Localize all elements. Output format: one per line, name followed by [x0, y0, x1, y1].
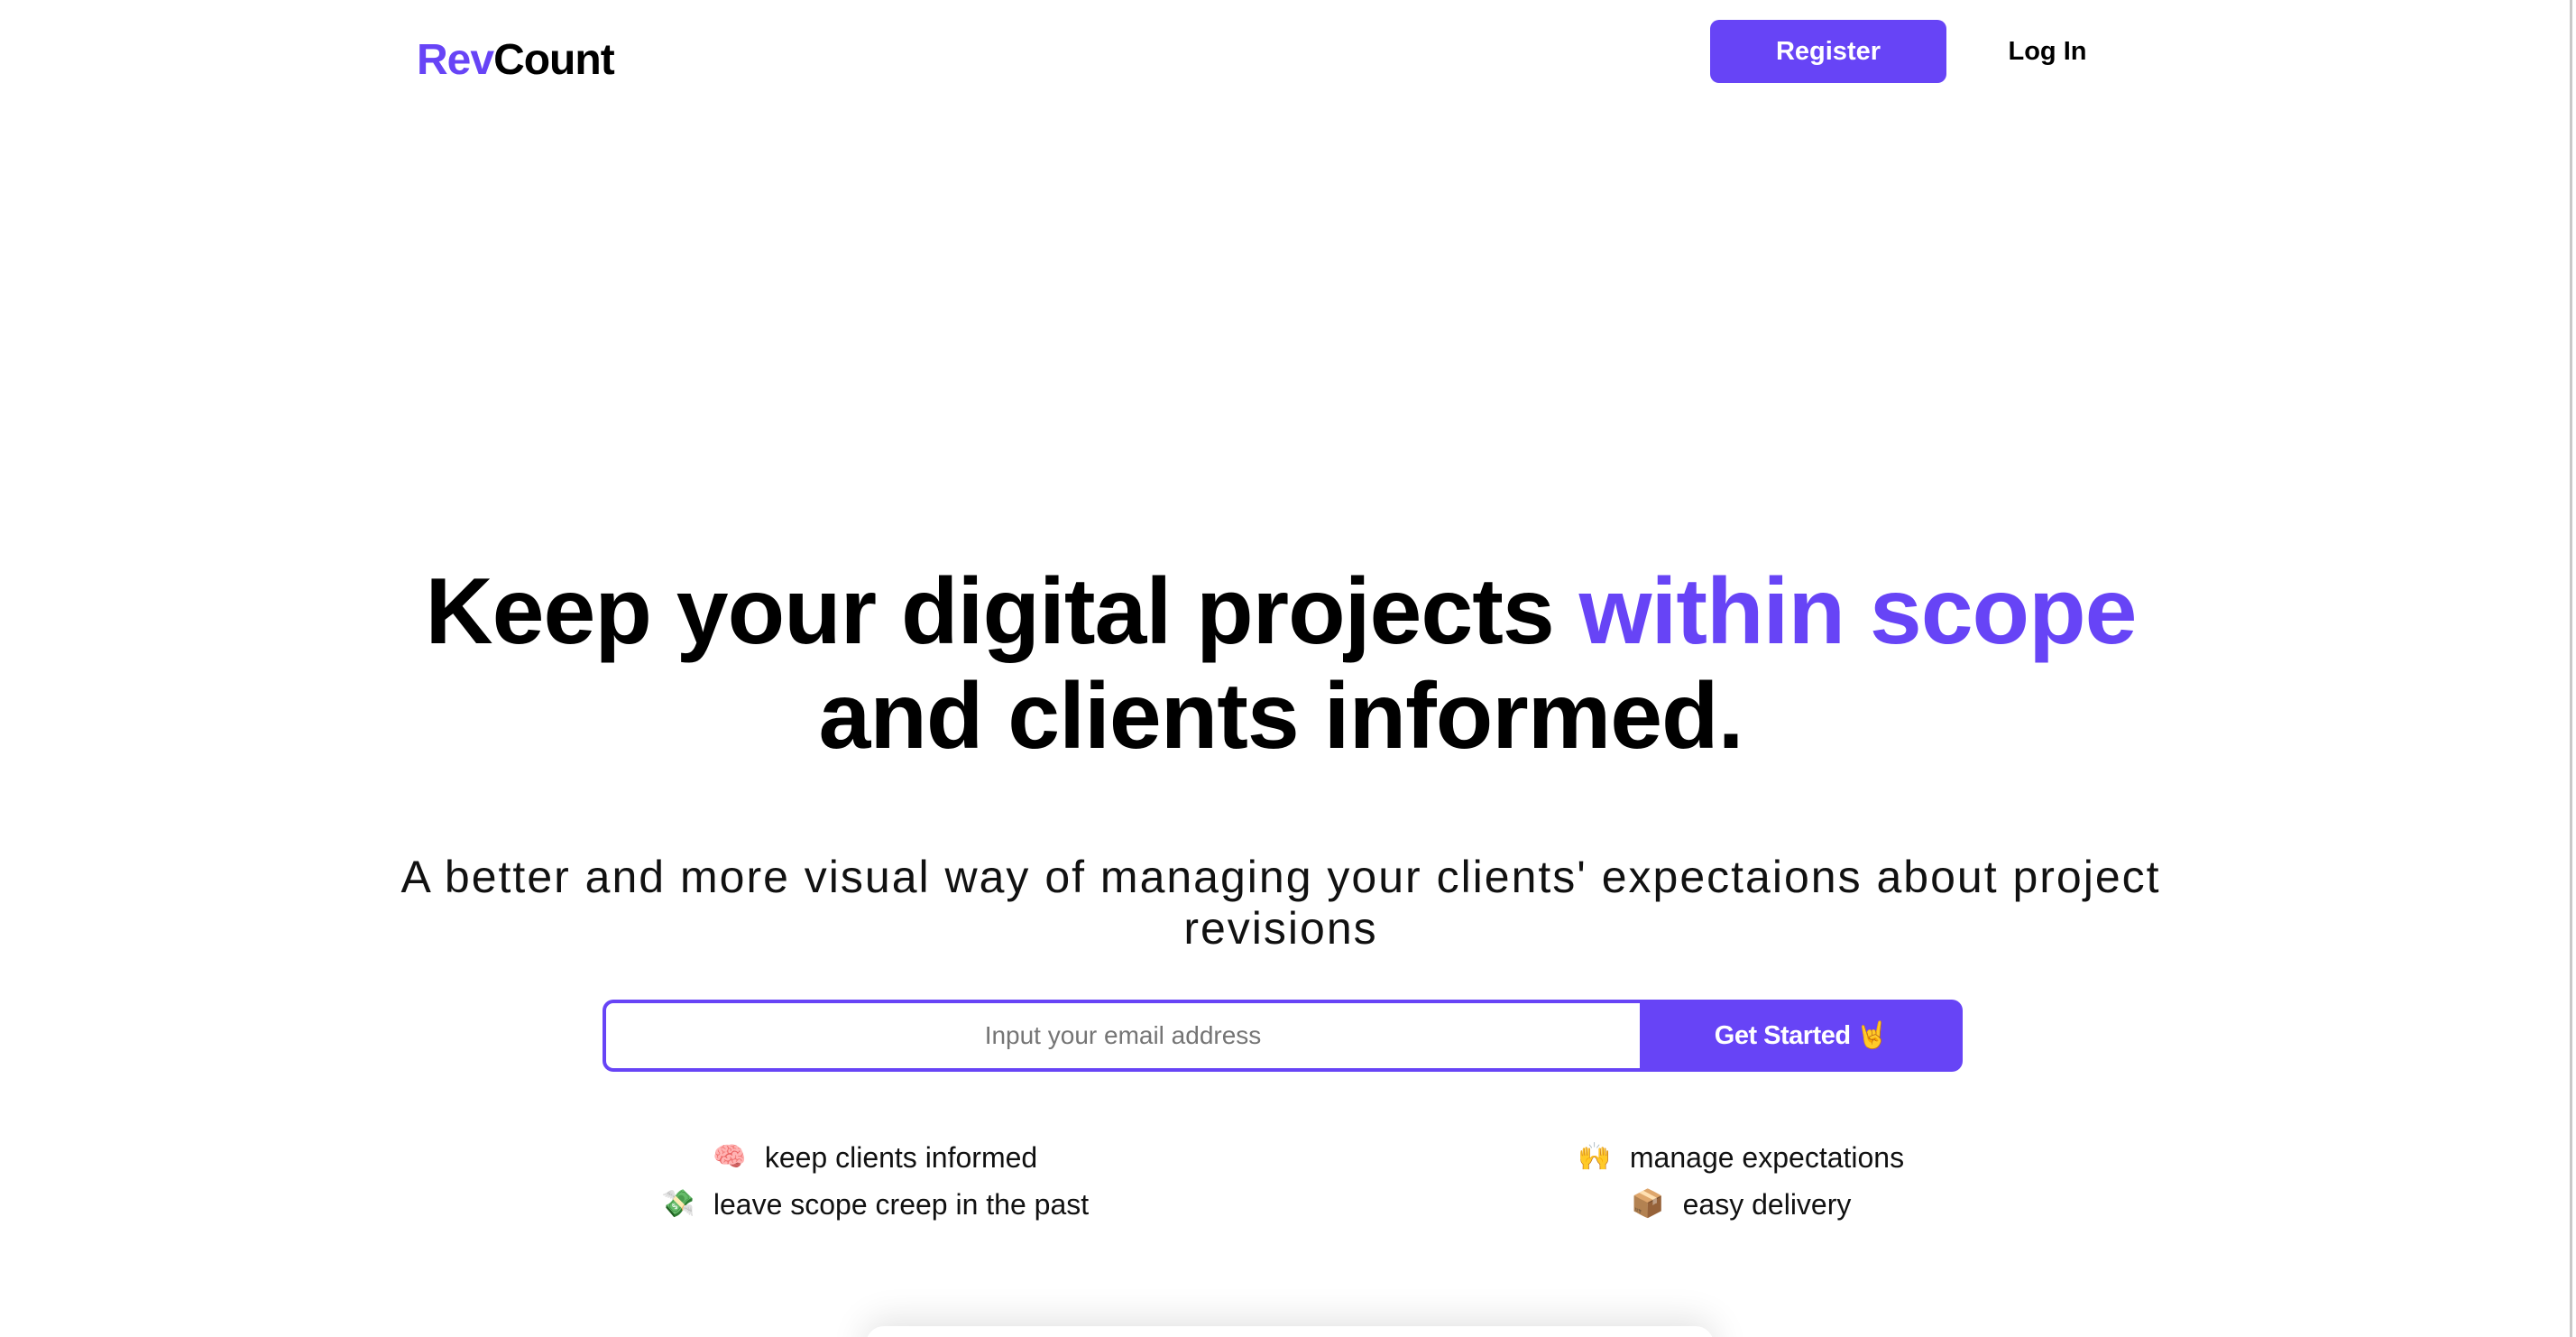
brain-icon: 🧠 — [713, 1141, 747, 1173]
hero-title-end: and clients informed. — [818, 664, 1744, 769]
package-icon: 📦 — [1630, 1188, 1665, 1220]
feature-label: keep clients informed — [764, 1141, 1038, 1174]
hero-title-accent: within scope — [1578, 559, 2138, 664]
logo-main-text: Count — [493, 36, 615, 84]
product-preview-card — [866, 1326, 1714, 1337]
hero-subtitle: A better and more visual way of managing… — [400, 852, 2161, 954]
feature-item: 💸 leave scope creep in the past — [661, 1187, 1089, 1222]
raised-hands-icon: 🙌 — [1578, 1141, 1612, 1173]
feature-label: easy delivery — [1682, 1188, 1852, 1221]
feature-item: 🧠 keep clients informed — [713, 1140, 1037, 1175]
logo-accent-text: Rev — [417, 36, 494, 84]
scrollbar[interactable] — [2570, 0, 2572, 1337]
get-started-button[interactable]: Get Started 🤘 — [1640, 1000, 1963, 1072]
email-input[interactable] — [603, 1000, 1640, 1072]
login-link[interactable]: Log In — [1984, 20, 2111, 83]
feature-list-left: 🧠 keep clients informed 💸 leave scope cr… — [541, 1140, 1209, 1222]
feature-list-right: 🙌 manage expectations 📦 easy delivery — [1407, 1140, 2075, 1222]
email-signup-form: Get Started 🤘 — [603, 1000, 1963, 1072]
feature-label: manage expectations — [1629, 1141, 1905, 1174]
feature-item: 🙌 manage expectations — [1578, 1140, 1904, 1175]
rock-on-hand-icon: 🤘 — [1855, 1021, 1889, 1050]
hero-title: Keep your digital projects within scope … — [343, 559, 2219, 769]
get-started-label: Get Started — [1714, 1020, 1851, 1050]
register-button[interactable]: Register — [1710, 20, 1946, 83]
hero-title-start: Keep your digital projects — [425, 559, 1579, 664]
feature-label: leave scope creep in the past — [713, 1188, 1090, 1221]
feature-item: 📦 easy delivery — [1630, 1187, 1852, 1222]
brand-logo[interactable]: RevCount — [417, 34, 615, 87]
landing-page: RevCount Register Log In Keep your digit… — [0, 0, 2576, 1337]
flying-money-icon: 💸 — [661, 1188, 695, 1220]
